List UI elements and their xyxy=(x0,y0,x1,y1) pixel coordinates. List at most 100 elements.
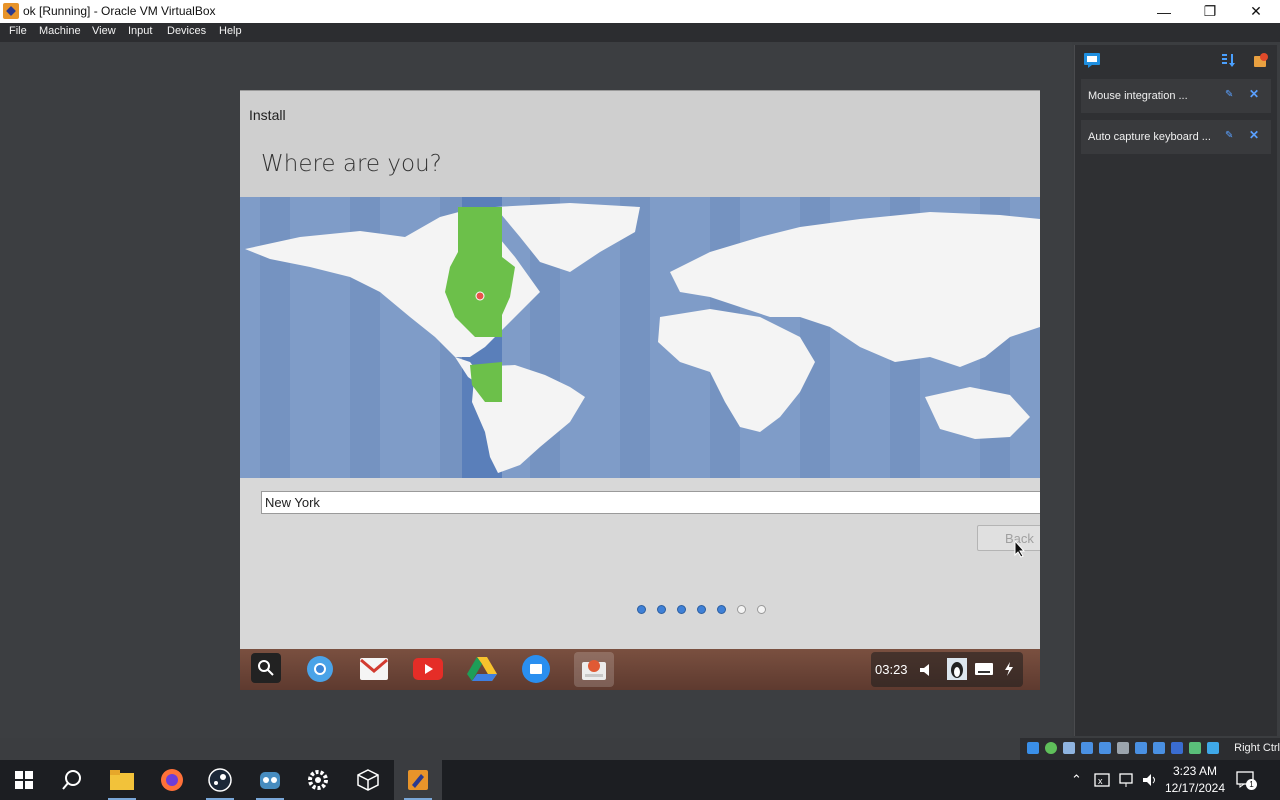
close-button[interactable]: ✕ xyxy=(1233,0,1279,23)
clock-date: 12/17/2024 xyxy=(1164,781,1226,795)
audio-icon[interactable] xyxy=(1063,742,1075,754)
drive-icon[interactable] xyxy=(466,653,498,685)
menu-machine[interactable]: Machine xyxy=(39,25,81,37)
taskbar-godot[interactable] xyxy=(246,760,294,800)
show-hidden-icons-icon[interactable]: ⌃ xyxy=(1071,772,1082,788)
search-icon xyxy=(62,770,81,790)
chrome-icon[interactable] xyxy=(304,653,336,685)
host-key-label: Right Ctrl xyxy=(1234,742,1280,754)
files-icon[interactable] xyxy=(520,653,552,685)
shared-folders-icon[interactable] xyxy=(1117,742,1129,754)
guest-shelf: 03:23 xyxy=(240,649,1040,690)
taskbar-virtualbox-vm[interactable] xyxy=(394,760,442,800)
restore-icon: ❐ xyxy=(1203,3,1217,19)
page-title: Where are you? xyxy=(261,151,442,177)
display-icon[interactable] xyxy=(1135,742,1147,754)
taskbar-firefox[interactable] xyxy=(148,760,196,800)
notification-text: Mouse integration ... xyxy=(1088,90,1188,102)
firefox-icon xyxy=(161,769,183,791)
optical-drive-icon[interactable] xyxy=(1045,742,1057,754)
clear-notifications-icon[interactable] xyxy=(1252,52,1269,69)
progress-step xyxy=(677,605,686,614)
pin-icon[interactable]: ✎ xyxy=(1225,89,1235,100)
mouse-integration-icon[interactable] xyxy=(1189,742,1201,754)
guest-screen: Install Where are you? New York Back 03:… xyxy=(240,90,1040,690)
guest-status-tray[interactable]: 03:23 xyxy=(871,652,1023,687)
windows-taskbar: ⌃ x 3:23 AM 12/17/2024 1 xyxy=(0,760,1280,800)
restore-button[interactable]: ❐ xyxy=(1187,0,1233,23)
usb-icon[interactable] xyxy=(1099,742,1111,754)
keyboard-capture-icon[interactable] xyxy=(1207,742,1219,754)
user-avatar-icon xyxy=(947,658,967,680)
menu-devices[interactable]: Devices xyxy=(167,25,206,37)
dismiss-icon[interactable]: ✕ xyxy=(1249,87,1259,101)
volume-icon xyxy=(920,664,929,676)
hard-disk-icon[interactable] xyxy=(1027,742,1039,754)
taskbar-virtualbox-manager[interactable] xyxy=(344,760,392,800)
action-center-button[interactable]: 1 xyxy=(1236,770,1258,790)
mouse-cursor-icon xyxy=(1014,540,1026,558)
dismiss-icon[interactable]: ✕ xyxy=(1249,128,1259,142)
installer-icon[interactable] xyxy=(574,652,614,687)
windows-logo-icon xyxy=(15,771,33,789)
minimize-button[interactable]: — xyxy=(1141,0,1187,23)
search-button[interactable] xyxy=(48,760,96,800)
keyboard-icon xyxy=(975,663,993,675)
menu-view[interactable]: View xyxy=(92,25,116,37)
pin-icon[interactable]: ✎ xyxy=(1225,130,1235,141)
taskbar-steam[interactable] xyxy=(196,760,244,800)
godot-icon xyxy=(260,772,280,789)
notification-text: Auto capture keyboard ... xyxy=(1088,131,1211,143)
notification-auto-capture-keyboard[interactable]: Auto capture keyboard ... ✎ ✕ xyxy=(1081,120,1271,154)
svg-text:x: x xyxy=(1098,776,1103,786)
installer-header: Install Where are you? xyxy=(240,90,1040,198)
cpu-icon[interactable] xyxy=(1171,742,1183,754)
menu-help[interactable]: Help xyxy=(219,25,242,37)
cube-icon xyxy=(357,769,379,791)
youtube-icon[interactable] xyxy=(412,653,444,685)
clock-time: 3:23 AM xyxy=(1172,764,1218,778)
window-titlebar: ok [Running] - Oracle VM VirtualBox — ❐ … xyxy=(0,0,1280,23)
progress-step xyxy=(657,605,666,614)
window-title: ok [Running] - Oracle VM VirtualBox xyxy=(23,4,216,18)
progress-step xyxy=(757,605,766,614)
recording-icon[interactable] xyxy=(1153,742,1165,754)
file-explorer-icon xyxy=(110,770,134,790)
taskbar-clock[interactable]: 3:23 AM 12/17/2024 xyxy=(1160,763,1230,797)
location-marker xyxy=(475,291,485,301)
security-icon[interactable]: x xyxy=(1094,772,1110,788)
notification-mouse-integration[interactable]: Mouse integration ... ✎ ✕ xyxy=(1081,79,1271,113)
taskbar-settings[interactable] xyxy=(294,760,342,800)
location-field[interactable]: New York xyxy=(261,491,1040,514)
minimize-icon: — xyxy=(1157,3,1171,20)
volume-icon[interactable] xyxy=(1142,772,1158,788)
virtualbox-vm-icon xyxy=(408,770,428,790)
progress-step xyxy=(737,605,746,614)
timezone-map[interactable] xyxy=(240,197,1040,478)
progress-step xyxy=(697,605,706,614)
sort-icon[interactable] xyxy=(1221,52,1237,68)
network-icon[interactable] xyxy=(1081,742,1093,754)
vm-status-bar: Right Ctrl xyxy=(1020,738,1280,760)
notification-center: Mouse integration ... ✎ ✕ Auto capture k… xyxy=(1074,45,1277,736)
menu-file[interactable]: File xyxy=(9,25,27,37)
menu-bar: File Machine View Input Devices Help xyxy=(0,23,1280,42)
network-icon[interactable] xyxy=(1118,772,1134,788)
menu-input[interactable]: Input xyxy=(128,25,152,37)
search-icon[interactable] xyxy=(251,653,281,683)
progress-indicator xyxy=(637,605,766,614)
guest-clock: 03:23 xyxy=(875,662,908,677)
back-button[interactable]: Back xyxy=(977,525,1040,551)
notification-icon[interactable] xyxy=(1083,52,1101,69)
close-icon: ✕ xyxy=(1250,3,1262,19)
progress-step xyxy=(637,605,646,614)
installer-window-title: Install xyxy=(249,107,286,123)
power-icon xyxy=(1005,662,1013,676)
steam-icon xyxy=(208,768,232,792)
start-button[interactable] xyxy=(0,760,48,800)
taskbar-file-explorer[interactable] xyxy=(98,760,146,800)
notification-toolbar xyxy=(1075,45,1277,75)
virtualbox-app-icon xyxy=(3,3,19,19)
gmail-icon[interactable] xyxy=(358,653,390,685)
gear-icon xyxy=(308,770,328,790)
